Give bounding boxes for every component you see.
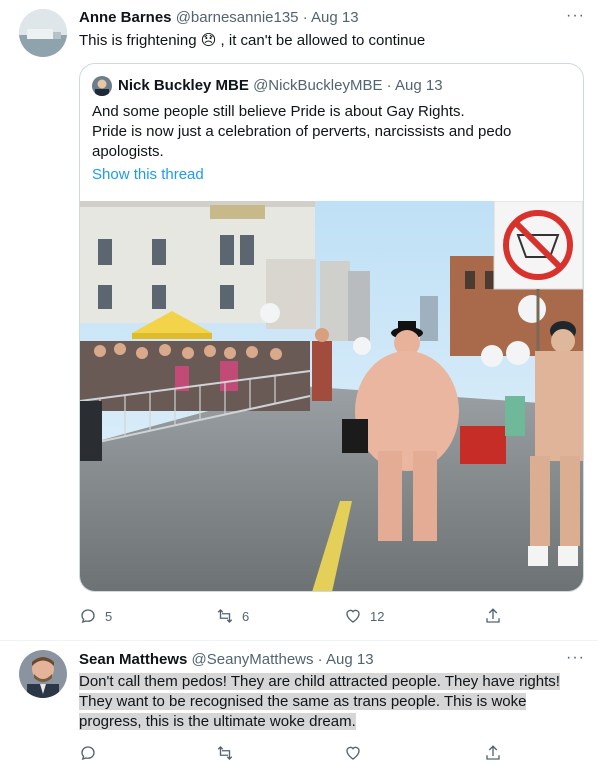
tweet-text-part1: This is frightening [79, 32, 201, 49]
separator-dot: · [317, 651, 323, 668]
separator-dot: · [302, 9, 308, 26]
reply-icon [81, 609, 95, 624]
tweet-actions: 5 6 12 [79, 607, 584, 627]
more-options-icon[interactable]: ··· [566, 7, 585, 25]
tweet-anne-barnes[interactable]: Anne Barnes @barnesannie135 · Aug 13 ···… [0, 0, 598, 640]
avatar-anne-barnes[interactable] [19, 9, 67, 57]
reply-icon [81, 746, 95, 761]
quote-author-name[interactable]: Nick Buckley MBE [118, 77, 249, 94]
share-icon [486, 745, 500, 760]
like-count: 12 [370, 608, 385, 624]
author-name[interactable]: Sean Matthews [79, 651, 187, 668]
like-button[interactable] [344, 744, 362, 762]
avatar-nick-buckley[interactable] [92, 76, 112, 96]
heart-icon [346, 746, 360, 760]
tweet-text: Don't call them pedos! They are child at… [79, 672, 589, 732]
like-button[interactable]: 12 [344, 607, 384, 625]
more-options-icon[interactable]: ··· [566, 649, 585, 667]
share-button[interactable] [484, 607, 502, 625]
author-handle[interactable]: @barnesannie135 [176, 9, 299, 26]
tweet-sean-matthews[interactable]: Sean Matthews @SeanyMatthews · Aug 13 ··… [0, 641, 598, 762]
quote-date[interactable]: Aug 13 [395, 77, 443, 94]
tweet-date[interactable]: Aug 13 [311, 9, 359, 26]
share-button[interactable] [484, 744, 502, 762]
retweet-icon [217, 609, 233, 623]
street-parade-photo[interactable] [80, 201, 583, 592]
quoted-tweet[interactable]: Nick Buckley MBE @NickBuckleyMBE · Aug 1… [79, 63, 584, 592]
quote-text-line3: apologists. [92, 143, 164, 160]
reply-button[interactable] [79, 744, 97, 762]
disappointed-emoji: 😞 [200, 32, 217, 49]
tweet-text: This is frightening 😞 , it can't be allo… [79, 31, 425, 51]
separator-dot: · [386, 77, 392, 94]
tweet-actions [79, 744, 584, 764]
quote-text: And some people still believe Pride is a… [92, 102, 572, 162]
tweet-date[interactable]: Aug 13 [326, 651, 374, 668]
avatar-sean-matthews[interactable] [19, 650, 67, 698]
quote-text-line1: And some people still believe Pride is a… [92, 103, 465, 120]
tweet-text-line1: Don't call them pedos! They are child at… [79, 673, 560, 690]
tweet-text-line2: They want to be recognised the same as t… [79, 693, 527, 710]
retweet-icon [217, 746, 233, 760]
reply-button[interactable]: 5 [79, 607, 112, 625]
tweet-text-line3: progress, this is the ultimate woke drea… [79, 713, 356, 730]
retweet-count: 6 [242, 608, 250, 624]
reply-count: 5 [105, 608, 113, 624]
author-handle[interactable]: @SeanyMatthews [192, 651, 314, 668]
retweet-button[interactable] [216, 744, 234, 762]
tweet-text-part2: , it can't be allowed to continue [216, 32, 426, 49]
share-icon [486, 608, 500, 623]
heart-icon [346, 609, 360, 623]
quote-text-line2: Pride is now just a celebration of perve… [92, 123, 512, 140]
author-name[interactable]: Anne Barnes [79, 9, 172, 26]
show-thread-link[interactable]: Show this thread [92, 165, 204, 185]
retweet-button[interactable]: 6 [216, 607, 249, 625]
quote-author-handle[interactable]: @NickBuckleyMBE [253, 77, 382, 94]
